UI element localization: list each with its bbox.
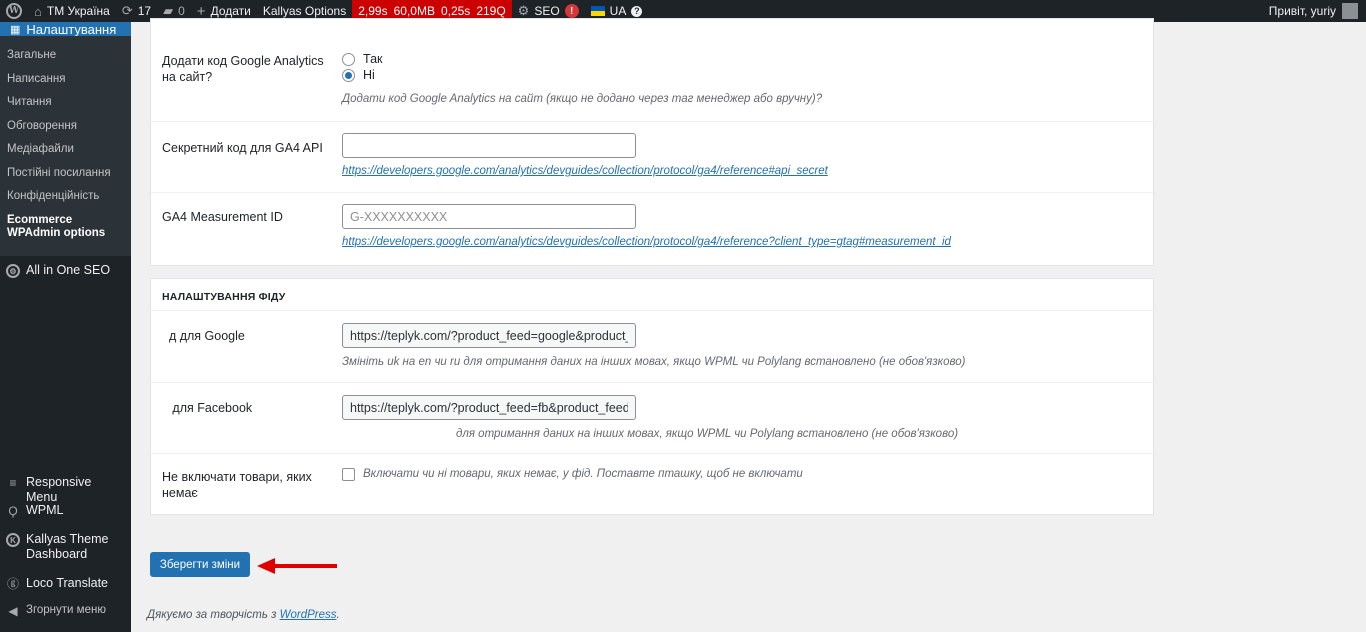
radio-no-label: Ні: [363, 68, 375, 82]
comments-count: 0: [178, 4, 185, 18]
new-label: Додати: [210, 4, 251, 18]
ga4-secret-label: Секретний код для GA4 API: [162, 141, 323, 155]
feed-facebook-description: для отримання даних на інших мовах, якщо…: [456, 428, 959, 440]
kallyas-icon: K: [6, 533, 20, 547]
qm-memory: 60,0MB: [393, 4, 435, 18]
ga4-secret-row: Секретний код для GA4 API https://develo…: [151, 121, 1153, 192]
greeting: Привіт, yuriy: [1268, 4, 1336, 18]
feed-google-url-input[interactable]: [342, 323, 636, 348]
analytics-settings-panel: Додати код Google Analytics на сайт? Так…: [150, 18, 1154, 266]
plus-icon: +: [196, 2, 206, 20]
theme-options-label: Kallyas Options: [262, 4, 347, 18]
feed-exclude-label: Не включати товари, яких немає: [162, 470, 312, 500]
sidebar-item-label: Loco Translate: [26, 576, 108, 590]
submenu-discussion[interactable]: Обговорення: [0, 115, 131, 139]
sidebar-item-label: WPML: [26, 503, 64, 517]
updates-icon: ⟳: [121, 3, 133, 18]
radio-yes[interactable]: [342, 52, 355, 66]
ga4-secret-field: https://developers.google.com/analytics/…: [342, 133, 828, 178]
settings-submenu: Загальне Написання Читання Обговорення М…: [0, 36, 131, 256]
submenu-permalinks[interactable]: Постійні посилання: [0, 162, 131, 186]
home-icon: ⌂: [34, 3, 42, 19]
ga4-measurement-field: https://developers.google.com/analytics/…: [342, 204, 951, 249]
sidebar-item-label: Kallyas Theme Dashboard: [26, 532, 109, 561]
menu-icon: ≡: [9, 475, 17, 490]
sidebar-item-label: Згорнути меню: [26, 604, 106, 616]
translate-icon: ⓖ: [6, 576, 19, 591]
qm-db-time: 0,25s: [440, 4, 471, 18]
ga-add-code-label: Додати код Google Analytics на сайт?: [162, 54, 324, 84]
feed-facebook-field: для отримання даних на інших мовах, якщо…: [342, 395, 958, 441]
site-name-menu[interactable]: ⌂ ТМ Україна: [28, 0, 116, 22]
feed-facebook-url-input[interactable]: [342, 395, 636, 420]
seo-alert-badge: !: [564, 4, 579, 18]
qm-queries: 219Q: [476, 4, 506, 18]
submenu-reading[interactable]: Читання: [0, 91, 131, 115]
help-icon[interactable]: ?: [631, 5, 643, 17]
feed-google-description: Змініть uk на en чи ru для отримання дан…: [342, 356, 966, 368]
sidebar-item-wpml[interactable]: Ϙ WPML: [0, 496, 131, 525]
ga4-measurement-row: GA4 Measurement ID https://developers.go…: [151, 192, 1153, 265]
qm-time: 2,99s: [358, 4, 388, 18]
ga4-secret-input[interactable]: [342, 133, 636, 158]
feed-section-title: НАЛАШТУВАННЯ ФІДУ: [151, 279, 1153, 311]
wordpress-link[interactable]: WordPress: [280, 609, 337, 621]
feed-settings-panel: НАЛАШТУВАННЯ ФІДУ д для Google Змініть u…: [150, 278, 1154, 515]
submenu-privacy[interactable]: Конфіденційність: [0, 185, 131, 209]
wpml-icon: Ϙ: [8, 503, 18, 518]
ga4-measurement-doc-link[interactable]: https://developers.google.com/analytics/…: [342, 235, 951, 249]
feed-exclude-checkbox[interactable]: [342, 468, 355, 481]
submenu-ecommerce-options[interactable]: Ecommerce WPAdmin options: [0, 209, 131, 246]
save-changes-button[interactable]: Зберегти зміни: [150, 552, 250, 577]
radio-option-yes[interactable]: Так: [342, 51, 822, 67]
footer-text: Дякуємо за творчість з: [147, 609, 277, 621]
radio-yes-label: Так: [363, 52, 383, 66]
sidebar-item-aioseo[interactable]: ⚙ All in One SEO: [0, 256, 131, 285]
aioseo-icon: ⚙: [6, 264, 20, 278]
gear-icon: ⚙: [517, 3, 530, 18]
submenu-writing[interactable]: Написання: [0, 68, 131, 92]
footer-suffix: .: [336, 609, 340, 621]
collapse-icon: ◀: [8, 603, 18, 618]
sidebar-collapse-menu[interactable]: ◀ Згорнути меню: [0, 596, 131, 625]
wordpress-icon: W: [6, 3, 22, 19]
admin-footer: Дякуємо за творчість з WordPress.: [147, 609, 340, 621]
sidebar-item-label: Налаштування: [26, 22, 117, 36]
radio-option-no[interactable]: Ні: [342, 67, 822, 83]
red-arrow-annotation: [257, 558, 337, 574]
sidebar-item-kallyas[interactable]: K Kallyas Theme Dashboard: [0, 525, 131, 569]
feed-exclude-description: Включати чи ні товари, яких немає, у фід…: [363, 468, 803, 480]
updates-count: 17: [137, 4, 152, 18]
feed-google-field: Змініть uk на en чи ru для отримання дан…: [342, 323, 965, 369]
site-name: ТМ Україна: [46, 4, 110, 18]
feed-google-row: д для Google Змініть uk на en чи ru для …: [151, 311, 1153, 382]
feed-facebook-row: для Facebook для отримання даних на інши…: [151, 382, 1153, 453]
ga-add-code-description: Додати код Google Analytics на сайт (якщ…: [342, 93, 823, 105]
radio-no[interactable]: [342, 68, 355, 82]
wp-logo-menu[interactable]: W: [0, 0, 28, 22]
sidebar-item-label: All in One SEO: [26, 263, 111, 277]
sidebar-item-settings[interactable]: ▦ Налаштування: [0, 22, 131, 36]
comment-icon: ▰: [163, 3, 174, 18]
ga-add-code-field: Так Ні Додати код Google Analytics на са…: [342, 51, 822, 106]
main-content: Додати код Google Analytics на сайт? Так…: [131, 18, 1366, 632]
feed-exclude-row: Не включати товари, яких немає Включати …: [151, 453, 1153, 514]
language-label: UA: [609, 4, 627, 18]
ga4-measurement-input[interactable]: [342, 204, 636, 229]
avatar: [1342, 3, 1358, 19]
feed-google-label: д для Google: [162, 329, 245, 343]
feed-exclude-field: Включати чи ні товари, яких немає, у фід…: [342, 467, 803, 481]
seo-label: SEO: [534, 4, 560, 18]
submenu-media[interactable]: Медіафайли: [0, 138, 131, 162]
my-account-menu[interactable]: Привіт, yuriy: [1269, 3, 1366, 19]
ukraine-flag-icon: [590, 6, 605, 16]
settings-icon: ▦: [10, 23, 21, 36]
ga-add-code-row: Додати код Google Analytics на сайт? Так…: [151, 37, 1153, 121]
feed-facebook-label: для Facebook: [162, 401, 253, 415]
ga4-secret-doc-link[interactable]: https://developers.google.com/analytics/…: [342, 164, 828, 178]
submenu-general[interactable]: Загальне: [0, 44, 131, 68]
admin-sidebar: ▦ Налаштування Загальне Написання Читанн…: [0, 22, 131, 632]
ga4-measurement-label: GA4 Measurement ID: [162, 210, 283, 224]
sidebar-item-loco-translate[interactable]: ⓖ Loco Translate: [0, 569, 131, 598]
